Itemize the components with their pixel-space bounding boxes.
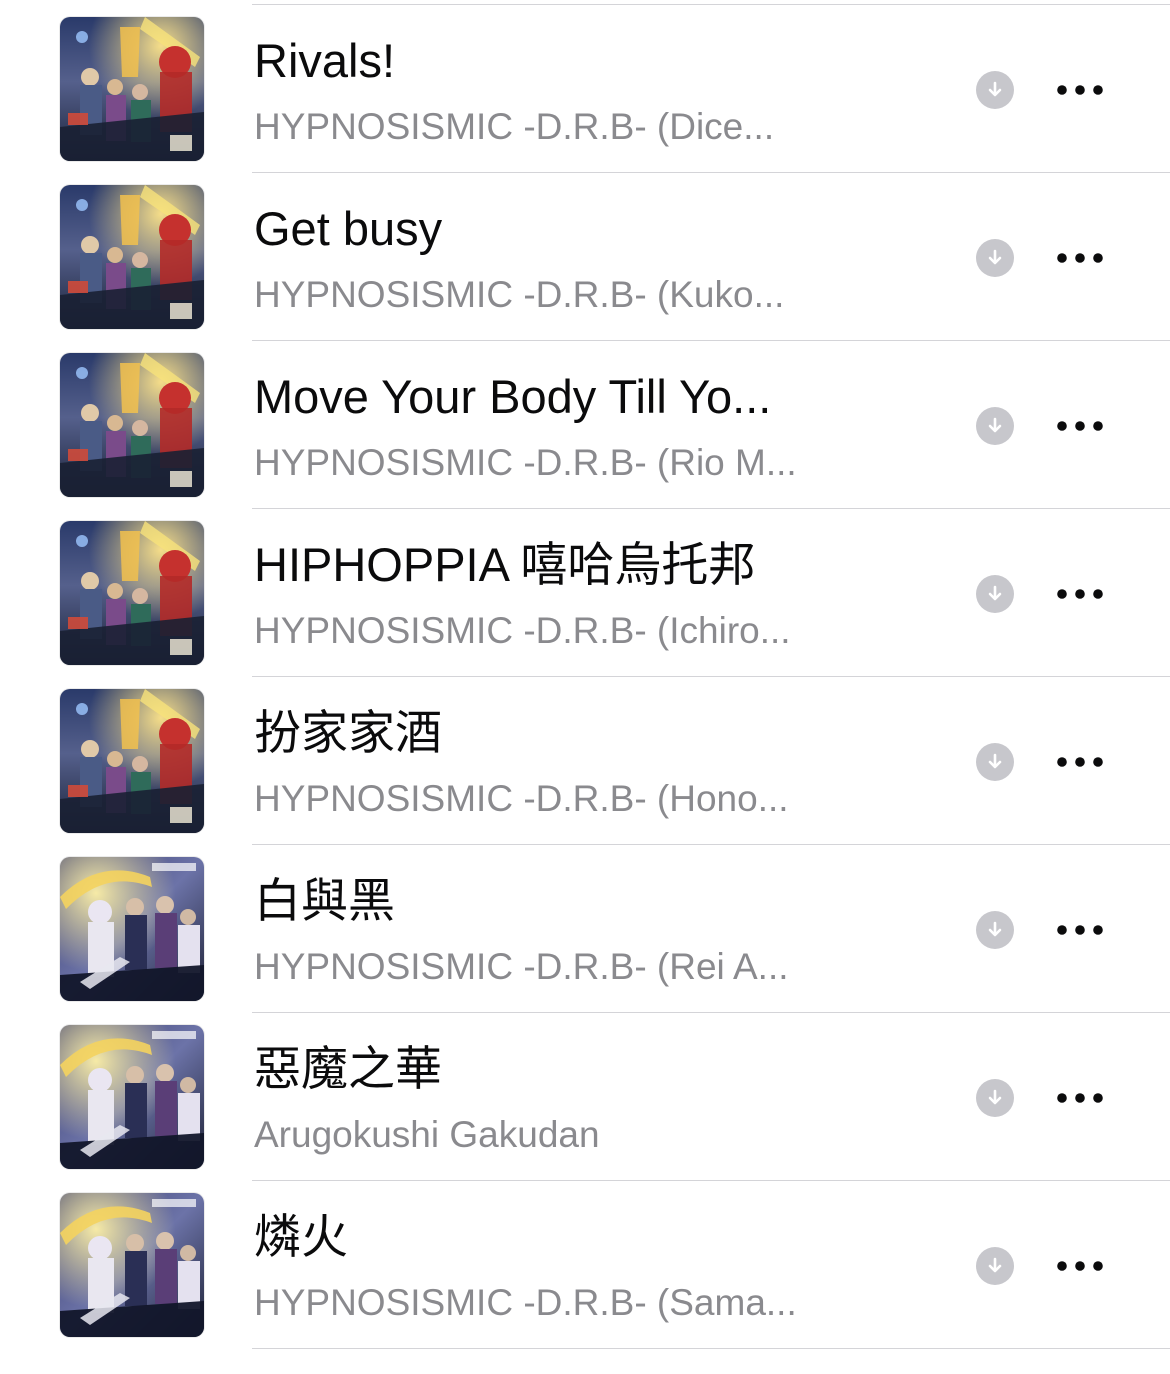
song-artist: HYPNOSISMIC -D.R.B- (Rio M... — [254, 442, 797, 483]
song-row[interactable]: 燐火 HYPNOSISMIC -D.R.B- (Sama... — [0, 1181, 1170, 1349]
song-artist: HYPNOSISMIC -D.R.B- (Rei A... — [254, 946, 789, 987]
album-art-icon — [60, 1193, 204, 1337]
album-art-icon — [60, 353, 204, 497]
album-art-icon — [60, 521, 204, 665]
song-artist: HYPNOSISMIC -D.R.B- (Sama... — [254, 1282, 797, 1323]
song-title: 燐火 — [254, 1210, 348, 1263]
download-icon[interactable] — [976, 407, 1014, 445]
song-title: Get busy — [254, 202, 443, 255]
song-artist: HYPNOSISMIC -D.R.B- (Ichiro... — [254, 610, 791, 651]
album-art-icon — [60, 17, 204, 161]
more-icon[interactable] — [1050, 909, 1110, 951]
song-title: 扮家家酒 — [254, 706, 442, 759]
song-artist: HYPNOSISMIC -D.R.B- (Kuko... — [254, 274, 785, 315]
download-icon[interactable] — [976, 911, 1014, 949]
download-icon[interactable] — [976, 71, 1014, 109]
download-icon[interactable] — [976, 1247, 1014, 1285]
song-row[interactable]: Move Your Body Till Yo... HYPNOSISMIC -D… — [0, 341, 1170, 509]
song-title: HIPHOPPIA 嘻哈烏托邦 — [254, 538, 756, 591]
song-row[interactable]: Rivals! HYPNOSISMIC -D.R.B- (Dice... — [0, 5, 1170, 173]
song-row[interactable]: Get busy HYPNOSISMIC -D.R.B- (Kuko... — [0, 173, 1170, 341]
more-icon[interactable] — [1050, 1245, 1110, 1287]
song-artist: HYPNOSISMIC -D.R.B- (Dice... — [254, 106, 775, 147]
song-artist: HYPNOSISMIC -D.R.B- (Hono... — [254, 778, 789, 819]
song-title: 白與黑 — [254, 874, 395, 927]
more-icon[interactable] — [1050, 1077, 1110, 1119]
song-row[interactable]: 惡魔之華 Arugokushi Gakudan — [0, 1013, 1170, 1181]
song-row[interactable]: 白與黑 HYPNOSISMIC -D.R.B- (Rei A... — [0, 845, 1170, 1013]
song-row[interactable]: HIPHOPPIA 嘻哈烏托邦 HYPNOSISMIC -D.R.B- (Ich… — [0, 509, 1170, 677]
download-icon[interactable] — [976, 743, 1014, 781]
song-title: Rivals! — [254, 34, 396, 87]
download-icon[interactable] — [976, 575, 1014, 613]
song-title: Move Your Body Till Yo... — [254, 370, 772, 423]
album-art-icon — [60, 1025, 204, 1169]
album-art-icon — [60, 857, 204, 1001]
album-art-icon — [60, 185, 204, 329]
more-icon[interactable] — [1050, 237, 1110, 279]
song-title: 惡魔之華 — [254, 1042, 442, 1095]
more-icon[interactable] — [1050, 69, 1110, 111]
more-icon[interactable] — [1050, 573, 1110, 615]
more-icon[interactable] — [1050, 741, 1110, 783]
song-list: Rivals! HYPNOSISMIC -D.R.B- (Dice... Get… — [0, 5, 1170, 1349]
download-icon[interactable] — [976, 1079, 1014, 1117]
more-icon[interactable] — [1050, 405, 1110, 447]
song-row[interactable]: 扮家家酒 HYPNOSISMIC -D.R.B- (Hono... — [0, 677, 1170, 845]
album-art-icon — [60, 689, 204, 833]
download-icon[interactable] — [976, 239, 1014, 277]
song-artist: Arugokushi Gakudan — [254, 1114, 600, 1155]
